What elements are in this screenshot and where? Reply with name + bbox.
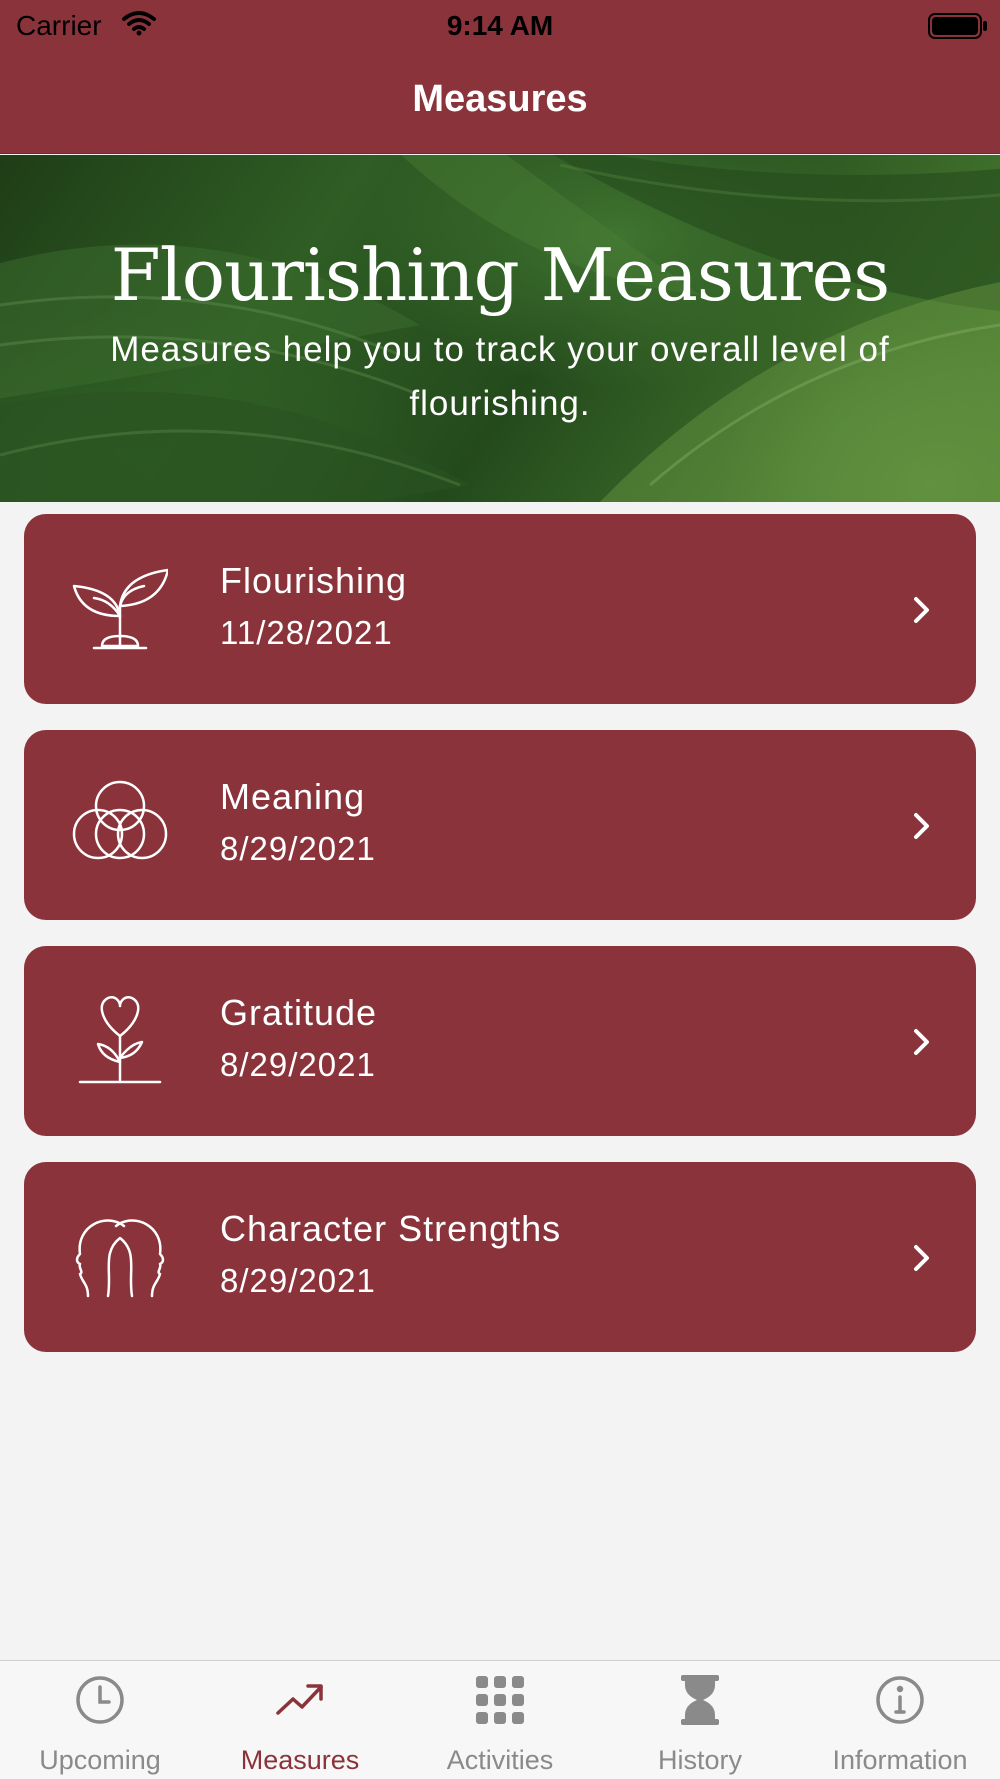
tab-label: Upcoming [39, 1745, 161, 1775]
info-icon [875, 1675, 925, 1725]
tab-upcoming[interactable]: Upcoming [0, 1661, 200, 1779]
grid-icon [475, 1675, 525, 1725]
clock-icon [75, 1675, 125, 1725]
trending-up-icon [275, 1675, 325, 1725]
measure-card-gratitude[interactable]: Gratitude 8/29/2021 [24, 946, 976, 1136]
overlapping-circles-icon [72, 780, 168, 870]
chevron-right-icon [912, 812, 932, 840]
divider [0, 153, 1000, 154]
measure-card-meaning[interactable]: Meaning 8/29/2021 [24, 730, 976, 920]
hero-subtitle: Measures help you to track your overall … [110, 330, 890, 423]
tab-information[interactable]: Information [800, 1661, 1000, 1779]
tab-activities[interactable]: Activities [400, 1661, 600, 1779]
tab-label: Measures [240, 1745, 360, 1775]
measure-name: Flourishing [220, 560, 408, 601]
hero-title: Flourishing Measures [110, 233, 890, 317]
measure-date: 8/29/2021 [220, 1046, 376, 1083]
measure-card-flourishing[interactable]: Flourishing 11/28/2021 [24, 514, 976, 704]
sprout-icon [72, 564, 170, 654]
chevron-right-icon [912, 596, 932, 624]
measure-date: 8/29/2021 [220, 1262, 376, 1299]
tab-measures[interactable]: Measures [200, 1661, 400, 1779]
measure-date: 8/29/2021 [220, 830, 376, 867]
measure-name: Gratitude [220, 992, 378, 1033]
measure-name: Meaning [220, 776, 366, 817]
measure-name: Character Strengths [220, 1208, 562, 1249]
status-bar: Carrier 9:14 AM [0, 0, 1000, 50]
measure-card-character-strengths[interactable]: Character Strengths 8/29/2021 [24, 1162, 976, 1352]
heart-flower-icon [72, 996, 168, 1086]
chevron-right-icon [912, 1028, 932, 1056]
measure-date: 11/28/2021 [220, 614, 393, 651]
tab-label: Activities [446, 1745, 554, 1775]
hourglass-icon [675, 1675, 725, 1725]
hero-banner: Flourishing Measures Measures help you t… [0, 155, 1000, 502]
battery-icon [928, 13, 988, 44]
tab-label: History [657, 1745, 742, 1775]
top-bar: Carrier 9:14 AM Measures [0, 0, 1000, 154]
chevron-right-icon [912, 1244, 932, 1272]
tab-history[interactable]: History [600, 1661, 800, 1779]
tab-bar: Upcoming Measures Activities History Inf… [0, 1660, 1000, 1779]
status-time: 9:14 AM [446, 10, 554, 41]
page-title: Measures [412, 78, 588, 120]
tab-label: Information [832, 1745, 968, 1775]
two-heads-icon [72, 1212, 168, 1302]
